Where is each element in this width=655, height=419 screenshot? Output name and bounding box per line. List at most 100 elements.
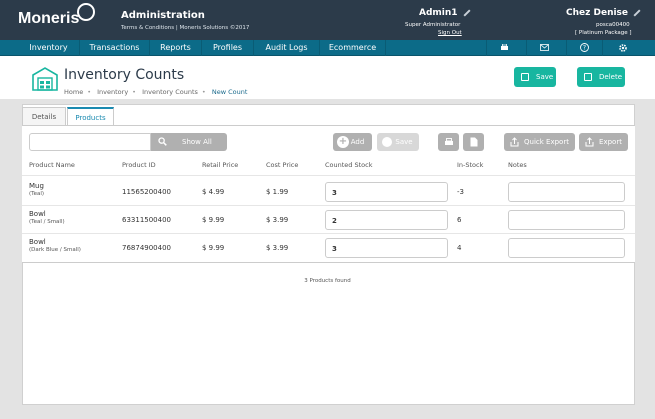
edit-store-icon[interactable] xyxy=(633,8,641,17)
nav-transactions[interactable]: Transactions xyxy=(80,40,150,56)
search-input[interactable] xyxy=(29,133,151,151)
store-name-label: Chez Denise xyxy=(566,8,629,18)
nav-reports[interactable]: Reports xyxy=(150,40,202,56)
settings-icon[interactable] xyxy=(602,40,642,56)
export-icon xyxy=(510,137,519,147)
disk-icon xyxy=(382,137,392,147)
nav-ecommerce[interactable]: Ecommerce xyxy=(320,40,386,56)
delete-button-label: Delete xyxy=(599,73,622,81)
export-button[interactable]: Export xyxy=(579,133,628,151)
breadcrumb: Home • Inventory • Inventory Counts • New C… xyxy=(64,88,251,96)
page-header: Inventory Counts Home • Inventory • Invent… xyxy=(0,56,655,99)
main-nav: Inventory Transactions Reports Profiles … xyxy=(0,40,655,56)
printer-icon xyxy=(444,138,453,145)
cost-price: $ 1.99 xyxy=(266,188,289,196)
app-subtitle[interactable]: Terms & Conditions | Moneris Solutions ©… xyxy=(121,25,249,31)
moneris-logo-mark xyxy=(77,3,95,21)
breadcrumb-inventory-counts[interactable]: Inventory Counts xyxy=(142,88,198,96)
svg-text:?: ? xyxy=(583,45,586,52)
counted-stock-input[interactable]: 3 xyxy=(325,182,448,202)
top-bar: Moneris Administration Terms & Condition… xyxy=(0,0,655,40)
user-name[interactable]: Admin1 xyxy=(419,8,471,18)
quick-export-label: Quick Export xyxy=(524,138,569,146)
printer-icon[interactable] xyxy=(486,40,522,56)
document-icon xyxy=(470,137,477,147)
notes-input[interactable] xyxy=(508,182,625,202)
table-row-2-name: Bowl (Teal / Small) xyxy=(29,210,65,225)
show-all-button[interactable]: Show All xyxy=(151,133,227,151)
store-package: [ Platinum Package ] xyxy=(575,30,632,36)
add-button-label: Add xyxy=(350,138,365,146)
nav-profiles[interactable]: Profiles xyxy=(202,40,254,56)
store-id: posca00400 xyxy=(596,22,630,28)
header-notes: Notes xyxy=(508,161,527,169)
product-variant: (Teal / Small) xyxy=(29,219,65,225)
nav-inventory[interactable]: Inventory xyxy=(18,40,80,56)
product-variant: (Teal) xyxy=(29,191,44,197)
help-icon[interactable]: ? xyxy=(566,40,602,56)
quick-export-button[interactable]: Quick Export xyxy=(504,133,575,151)
header-counted-stock: Counted Stock xyxy=(325,161,373,169)
counted-stock-input[interactable]: 2 xyxy=(325,210,448,230)
moneris-logo: Moneris xyxy=(18,10,80,27)
sign-out-link[interactable]: Sign Out xyxy=(438,30,462,36)
breadcrumb-separator: • xyxy=(132,88,137,96)
row-divider xyxy=(22,205,635,206)
export-icon xyxy=(585,137,594,147)
table-bottom-divider xyxy=(22,262,635,263)
retail-price: $ 9.99 xyxy=(202,244,225,252)
product-name: Bowl xyxy=(29,210,46,218)
mail-icon[interactable] xyxy=(526,40,562,56)
export-label: Export xyxy=(599,138,622,146)
tab-products[interactable]: Products xyxy=(67,107,114,125)
warehouse-icon xyxy=(31,66,59,92)
cost-price: $ 3.99 xyxy=(266,216,289,224)
search-icon xyxy=(158,137,167,146)
retail-price: $ 4.99 xyxy=(202,188,225,196)
results-count: 3 Products found xyxy=(304,278,351,284)
breadcrumb-home[interactable]: Home xyxy=(64,88,83,96)
save-button[interactable]: Save xyxy=(514,67,556,87)
in-stock: -3 xyxy=(457,188,464,196)
app-title: Administration xyxy=(121,10,205,21)
store-name[interactable]: Chez Denise xyxy=(566,8,641,18)
product-id: 11565200400 xyxy=(122,188,171,196)
notes-input[interactable] xyxy=(508,210,625,230)
notes-input[interactable] xyxy=(508,238,625,258)
in-stock: 6 xyxy=(457,216,462,224)
save-count-label: Save xyxy=(395,138,413,146)
tab-details[interactable]: Details xyxy=(22,107,66,125)
product-variant: (Dark Blue / Small) xyxy=(29,247,81,253)
cost-price: $ 3.99 xyxy=(266,244,289,252)
header-in-stock: In-Stock xyxy=(457,161,484,169)
user-role: Super Administrator xyxy=(405,22,461,28)
breadcrumb-separator: • xyxy=(87,88,92,96)
breadcrumb-inventory[interactable]: Inventory xyxy=(97,88,128,96)
save-button-label: Save xyxy=(536,73,554,81)
breadcrumb-current: New Count xyxy=(211,88,248,96)
user-name-label: Admin1 xyxy=(419,8,458,18)
nav-audit-logs[interactable]: Audit Logs xyxy=(254,40,320,56)
row-divider xyxy=(22,233,635,234)
table-row-3-name: Bowl (Dark Blue / Small) xyxy=(29,238,81,253)
print-button[interactable] xyxy=(438,133,459,151)
product-name: Mug xyxy=(29,182,44,190)
edit-user-icon[interactable] xyxy=(463,8,471,17)
header-cost-price: Cost Price xyxy=(266,161,299,169)
breadcrumb-separator: • xyxy=(201,88,206,96)
plus-icon: + xyxy=(337,136,349,148)
product-name: Bowl xyxy=(29,238,46,246)
header-product-name: Product Name xyxy=(29,161,75,169)
delete-button[interactable]: Delete xyxy=(577,67,625,87)
header-retail-price: Retail Price xyxy=(202,161,239,169)
counted-stock-input[interactable]: 3 xyxy=(325,238,448,258)
save-count-button[interactable]: Save xyxy=(377,133,419,151)
product-id: 63311500400 xyxy=(122,216,171,224)
page-title: Inventory Counts xyxy=(64,67,185,83)
header-divider xyxy=(22,175,635,176)
retail-price: $ 9.99 xyxy=(202,216,225,224)
product-id: 76874900400 xyxy=(122,244,171,252)
pdf-button[interactable] xyxy=(463,133,484,151)
trash-icon xyxy=(584,73,592,81)
add-button[interactable]: + Add xyxy=(333,133,372,151)
